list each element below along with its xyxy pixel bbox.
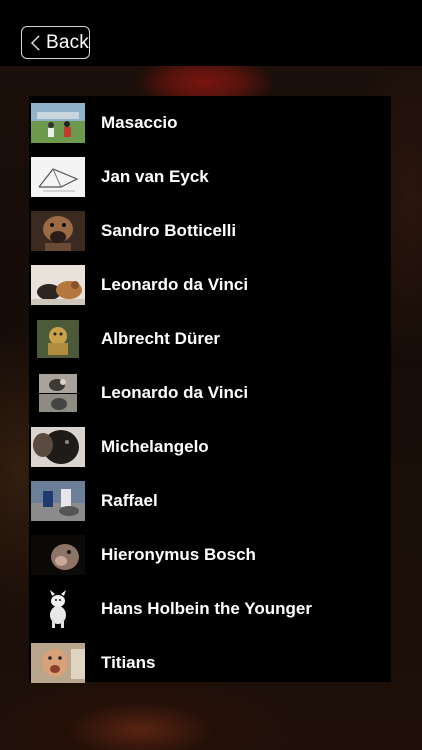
artist-thumbnail bbox=[31, 643, 85, 683]
back-button-label: Back bbox=[45, 31, 89, 53]
artist-row[interactable]: Michelangelo bbox=[29, 420, 391, 474]
artist-list: Masaccio Jan van Eyck Sandro Botticelli bbox=[29, 96, 391, 683]
artist-row[interactable]: Raffael bbox=[29, 474, 391, 528]
artist-thumbnail bbox=[31, 481, 85, 521]
artist-name: Raffael bbox=[101, 491, 158, 510]
artist-row[interactable]: Hans Holbein the Younger bbox=[29, 582, 391, 636]
artist-thumbnail bbox=[31, 373, 85, 413]
navigation-bar: Back bbox=[0, 0, 422, 66]
artist-row[interactable]: Leonardo da Vinci bbox=[29, 366, 391, 420]
artist-thumbnail bbox=[31, 103, 85, 143]
artist-name: Hieronymus Bosch bbox=[101, 545, 256, 564]
artist-thumbnail bbox=[31, 535, 85, 575]
artist-row[interactable]: Albrecht Dürer bbox=[29, 312, 391, 366]
artist-thumbnail bbox=[31, 319, 85, 359]
artist-row[interactable]: Titians bbox=[29, 636, 391, 690]
artist-name: Hans Holbein the Younger bbox=[101, 599, 312, 618]
artist-name: Leonardo da Vinci bbox=[101, 383, 249, 402]
artist-thumbnail bbox=[31, 427, 85, 467]
artist-thumbnail bbox=[31, 211, 85, 251]
artist-name: Michelangelo bbox=[101, 437, 209, 456]
artist-name: Masaccio bbox=[101, 113, 178, 132]
artist-row[interactable]: Leonardo da Vinci bbox=[29, 258, 391, 312]
chevron-left-icon bbox=[30, 34, 40, 51]
artist-name: Jan van Eyck bbox=[101, 167, 209, 186]
artist-thumbnail bbox=[31, 589, 85, 629]
artist-thumbnail bbox=[31, 265, 85, 305]
artist-thumbnail bbox=[31, 157, 85, 197]
artist-row[interactable]: Masaccio bbox=[29, 96, 391, 150]
artist-name: Titians bbox=[101, 653, 156, 672]
artist-row[interactable]: Jan van Eyck bbox=[29, 150, 391, 204]
artist-name: Leonardo da Vinci bbox=[101, 275, 249, 294]
artist-name: Albrecht Dürer bbox=[101, 329, 221, 348]
back-button[interactable]: Back bbox=[21, 26, 90, 59]
artist-name: Sandro Botticelli bbox=[101, 221, 237, 240]
artist-row[interactable]: Hieronymus Bosch bbox=[29, 528, 391, 582]
artist-row[interactable]: Sandro Botticelli bbox=[29, 204, 391, 258]
